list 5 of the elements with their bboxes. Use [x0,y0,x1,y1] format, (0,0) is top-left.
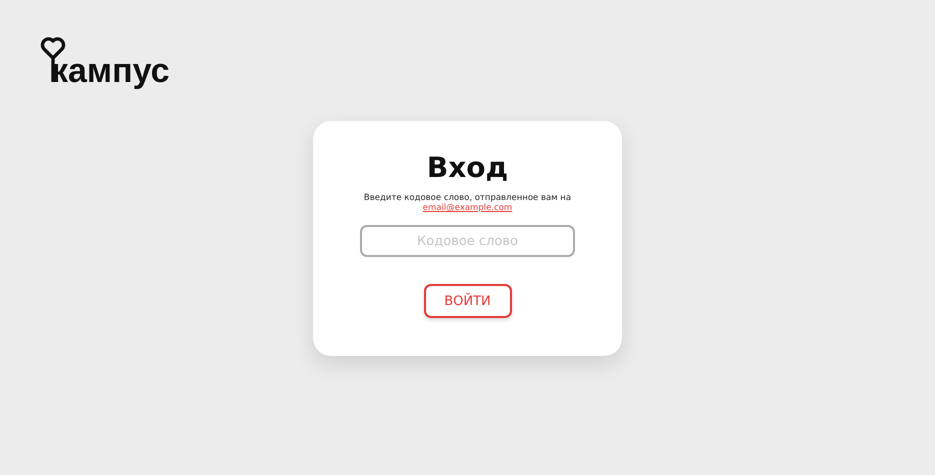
login-button[interactable]: ВОЙТИ [424,284,512,318]
card-title: Вход [426,151,508,185]
email-link[interactable]: email@example.com [422,203,512,213]
code-input-field[interactable]: Кодовое слово [360,225,575,257]
instruction-text: Введите кодовое слово, отправленное вам на email@example.com [364,193,572,213]
